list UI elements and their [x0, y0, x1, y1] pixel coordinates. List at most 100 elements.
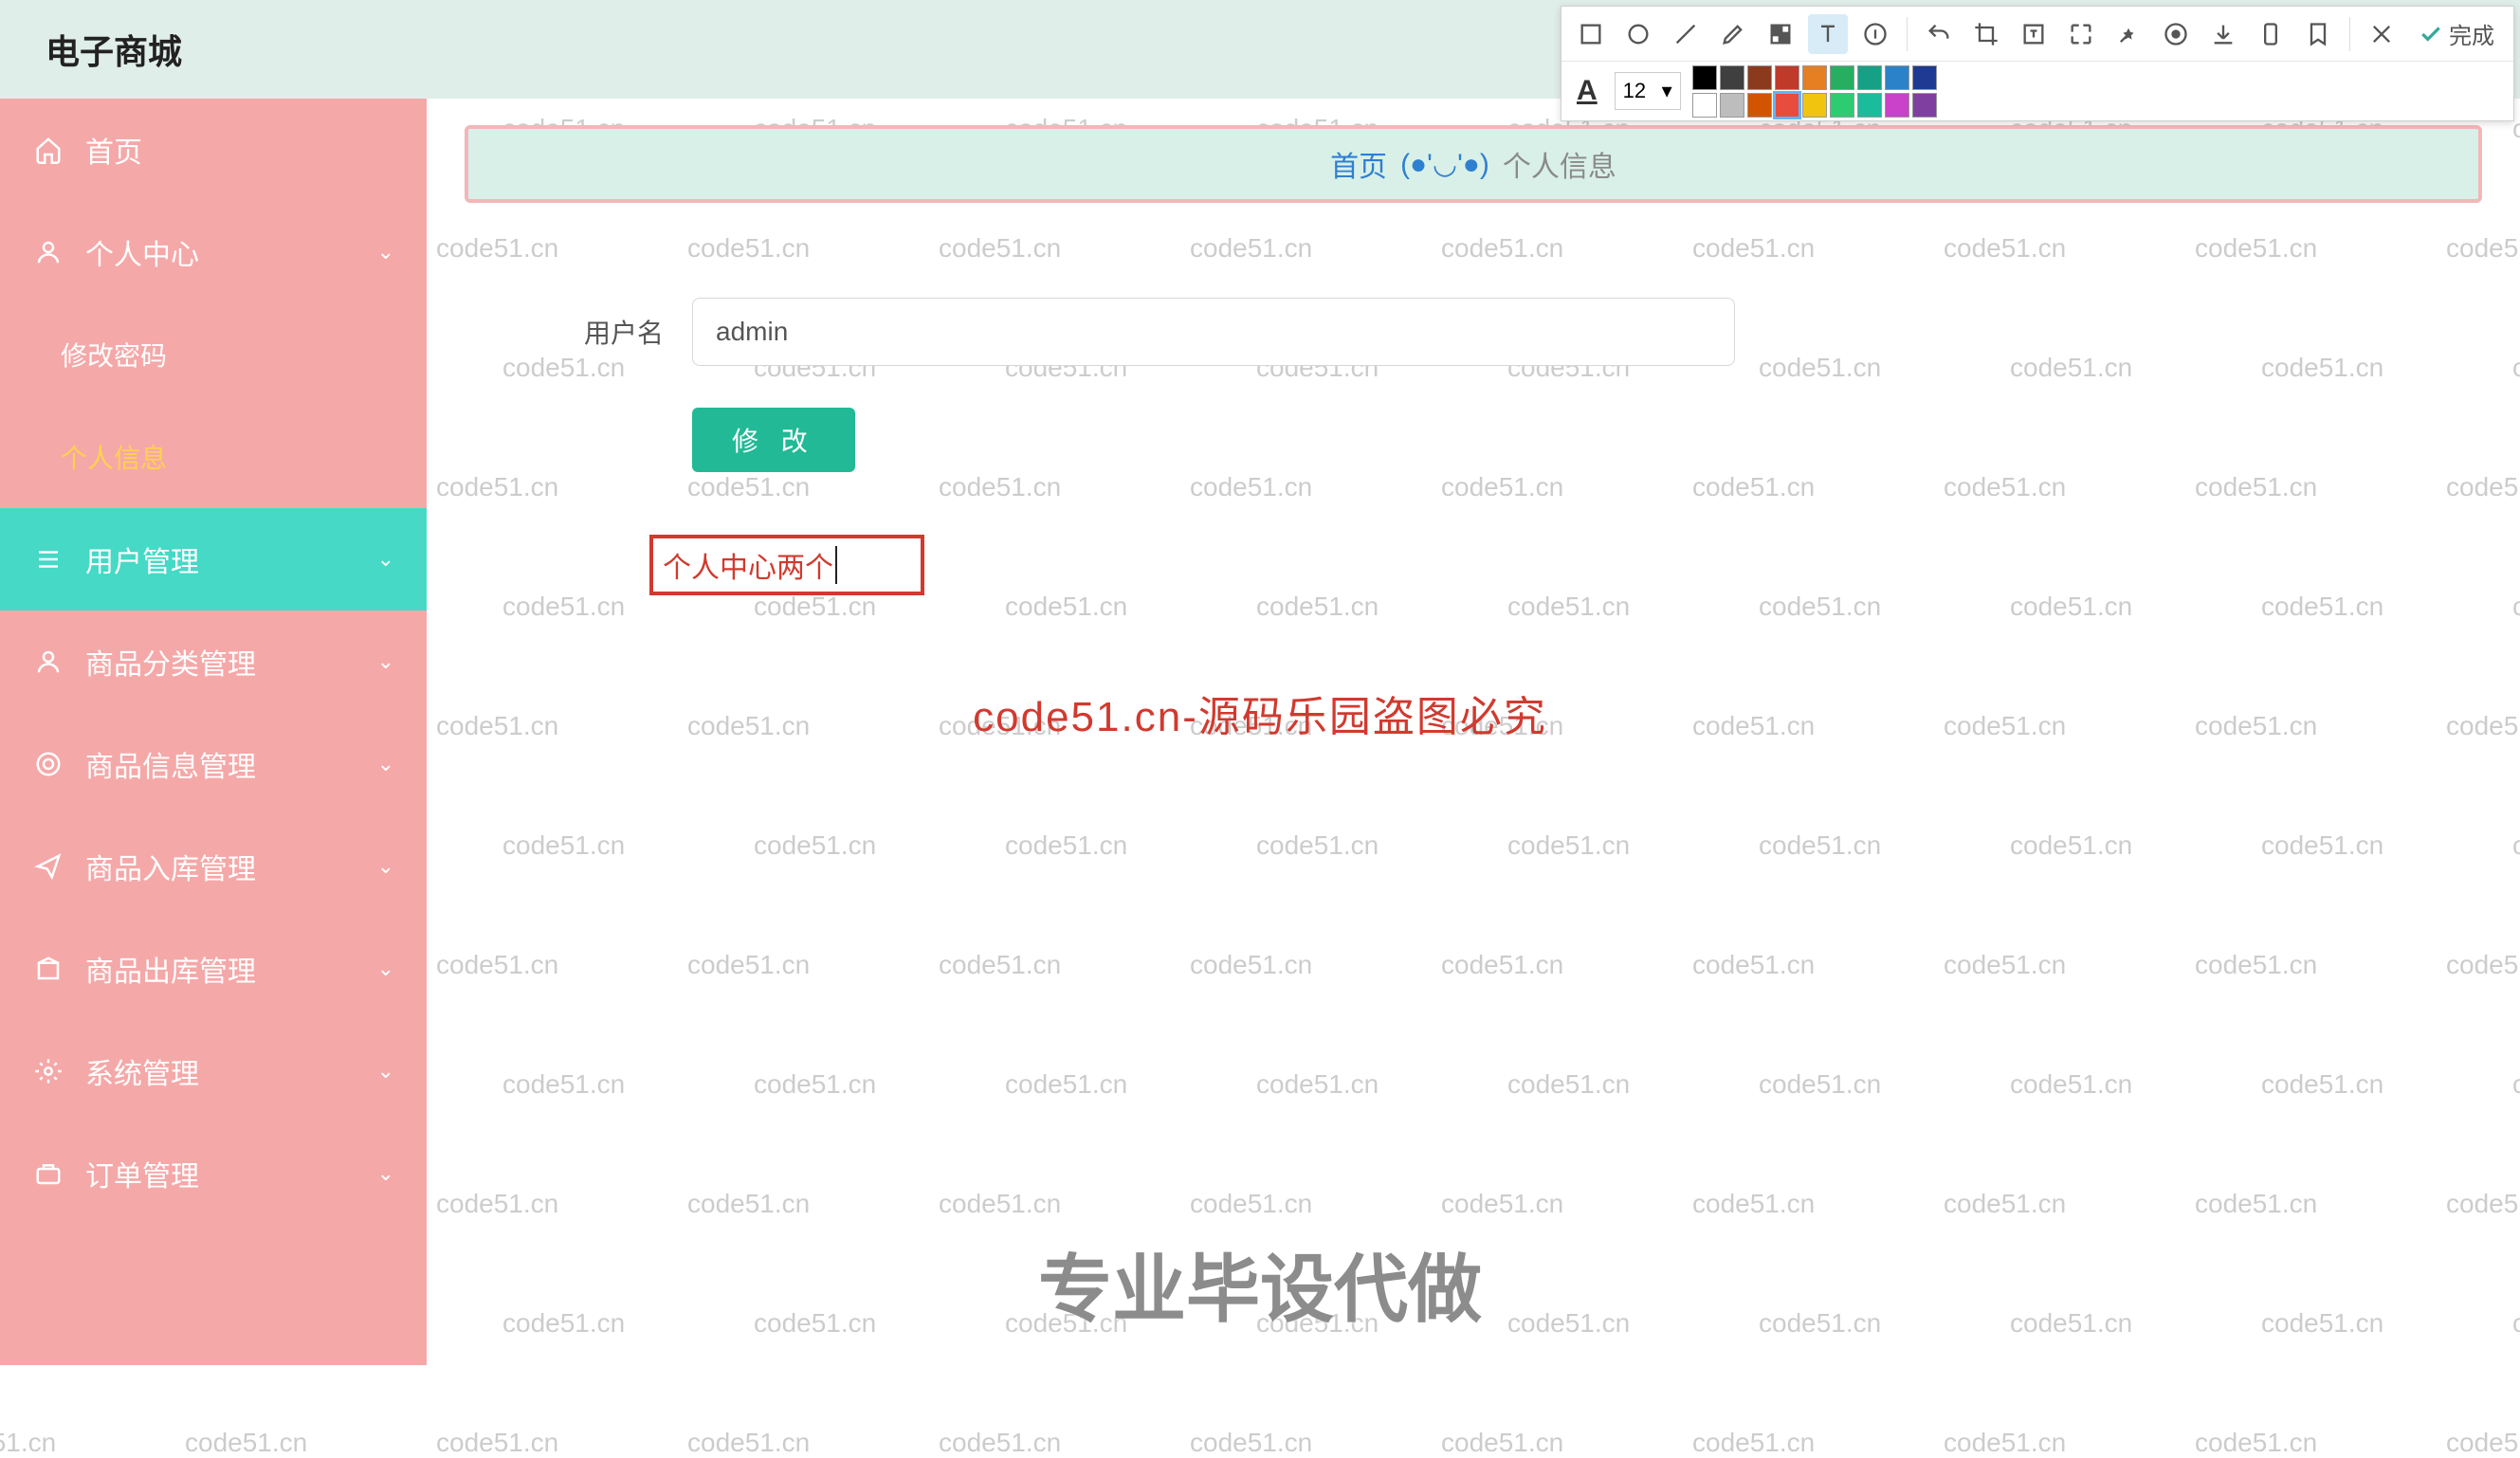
close-icon[interactable] [2362, 14, 2401, 54]
color-swatch[interactable] [1747, 93, 1772, 118]
nav-item-3[interactable]: 个人信息 [0, 406, 427, 508]
chevron-down-icon: ⌄ [377, 1161, 394, 1186]
nav-label: 系统管理 [85, 1050, 199, 1092]
line-tool-icon[interactable] [1666, 14, 1706, 54]
chevron-down-icon: ▾ [1662, 79, 1672, 103]
chevron-down-icon: ⌄ [377, 1059, 394, 1084]
record-icon[interactable] [2156, 14, 2196, 54]
nav-label: 个人中心 [85, 231, 199, 273]
username-label: 用户名 [559, 313, 664, 351]
device-icon[interactable] [2251, 14, 2291, 54]
color-swatch[interactable] [1802, 93, 1827, 118]
home-icon [32, 134, 64, 166]
sidebar: 电子商城 首页个人中心⌄修改密码个人信息用户管理⌄商品分类管理⌄商品信息管理⌄商… [0, 0, 427, 1365]
font-style-icon[interactable]: A [1571, 75, 1603, 107]
chevron-down-icon: ⌄ [377, 649, 394, 674]
color-swatch[interactable] [1857, 65, 1882, 90]
center-watermark-text: code51.cn-源码乐园盗图必究 [973, 683, 1547, 743]
nav-item-8[interactable]: 商品出库管理 ⌄ [0, 918, 427, 1020]
nav-item-10[interactable]: 订单管理 ⌄ [0, 1122, 427, 1225]
color-swatch[interactable] [1885, 65, 1909, 90]
toolbar-sep [1907, 17, 1908, 51]
chevron-down-icon: ⌄ [377, 547, 394, 572]
breadcrumb: 首页 (●'◡'●) 个人信息 [465, 125, 2482, 203]
nav-item-0[interactable]: 首页 [0, 99, 427, 201]
nav-list: 首页个人中心⌄修改密码个人信息用户管理⌄商品分类管理⌄商品信息管理⌄商品入库管理… [0, 99, 427, 1225]
editor-style-row: A 12 ▾ [1561, 62, 2513, 120]
nav-item-5[interactable]: 商品分类管理 ⌄ [0, 611, 427, 713]
color-swatch[interactable] [1857, 93, 1882, 118]
menu-icon [32, 543, 64, 575]
editor-tools-row: 完成 [1561, 7, 2513, 62]
crop-icon[interactable] [1966, 14, 2006, 54]
nav-item-9[interactable]: 系统管理 ⌄ [0, 1020, 427, 1122]
ellipse-tool-icon[interactable] [1618, 14, 1658, 54]
nav-item-4[interactable]: 用户管理 ⌄ [0, 508, 427, 611]
nav-label: 商品入库管理 [85, 846, 256, 887]
rect-tool-icon[interactable] [1571, 14, 1611, 54]
nav-label: 修改密码 [61, 336, 167, 374]
color-swatch[interactable] [1830, 65, 1854, 90]
nav-label: 订单管理 [85, 1153, 199, 1194]
color-swatch[interactable] [1912, 65, 1937, 90]
chevron-down-icon: ⌄ [377, 854, 394, 879]
form-row-username: 用户名 [559, 298, 2387, 366]
chevron-down-icon: ⌄ [377, 752, 394, 776]
color-swatch[interactable] [1720, 93, 1744, 118]
font-size-value: 12 [1623, 79, 1646, 103]
bookmark-icon[interactable] [2298, 14, 2338, 54]
nav-item-1[interactable]: 个人中心 ⌄ [0, 201, 427, 303]
username-input[interactable] [692, 298, 1735, 366]
box-icon [32, 953, 64, 985]
text-tool-icon[interactable] [1808, 14, 1848, 54]
nav-item-2[interactable]: 修改密码 [0, 303, 427, 406]
chevron-down-icon: ⌄ [377, 240, 394, 264]
ocr-icon[interactable] [2014, 14, 2054, 54]
color-palette [1692, 65, 1937, 118]
color-swatch[interactable] [1720, 65, 1744, 90]
palette-row-1 [1692, 65, 1937, 90]
nav-label: 首页 [85, 129, 142, 171]
nav-label: 个人信息 [61, 438, 167, 476]
brand-title: 电子商城 [0, 0, 427, 99]
mosaic-tool-icon[interactable] [1761, 14, 1800, 54]
breadcrumb-wrap: 首页 (●'◡'●) 个人信息 [465, 125, 2482, 203]
submit-button[interactable]: 修 改 [692, 408, 855, 472]
gear-icon [32, 1055, 64, 1087]
counter-tool-icon[interactable] [1855, 14, 1895, 54]
color-swatch[interactable] [1802, 65, 1827, 90]
breadcrumb-sep: (●'◡'●) [1400, 148, 1489, 181]
check-icon [2419, 22, 2443, 46]
color-swatch[interactable] [1692, 93, 1717, 118]
chevron-down-icon: ⌄ [377, 957, 394, 981]
undo-icon[interactable] [1919, 14, 1959, 54]
download-icon[interactable] [2203, 14, 2243, 54]
done-label: 完成 [2449, 17, 2494, 50]
user-icon [32, 646, 64, 678]
color-swatch[interactable] [1885, 93, 1909, 118]
form-card: 用户名 修 改 [465, 260, 2482, 529]
nav-item-7[interactable]: 商品入库管理 ⌄ [0, 815, 427, 918]
nav-item-6[interactable]: 商品信息管理⌄ [0, 713, 427, 815]
color-swatch[interactable] [1775, 65, 1799, 90]
submit-row: 修 改 [559, 408, 2387, 472]
font-size-select[interactable]: 12 ▾ [1615, 72, 1681, 110]
color-swatch[interactable] [1692, 65, 1717, 90]
nav-label: 用户管理 [85, 538, 199, 580]
case-icon [32, 1157, 64, 1190]
color-swatch[interactable] [1747, 65, 1772, 90]
done-button[interactable]: 完成 [2409, 17, 2504, 50]
pencil-tool-icon[interactable] [1713, 14, 1753, 54]
color-swatch[interactable] [1830, 93, 1854, 118]
breadcrumb-current: 个人信息 [1503, 143, 1616, 185]
bottom-caption: 专业毕设代做 [1038, 1230, 1482, 1337]
nav-label: 商品分类管理 [85, 641, 256, 683]
expand-icon[interactable] [2061, 14, 2101, 54]
toolbar-sep [2349, 17, 2350, 51]
nav-label: 商品出库管理 [85, 948, 256, 990]
color-swatch[interactable] [1775, 93, 1799, 118]
pin-icon[interactable] [2109, 14, 2148, 54]
editor-toolbar: 完成 A 12 ▾ [1561, 6, 2514, 121]
breadcrumb-home[interactable]: 首页 [1330, 143, 1387, 185]
color-swatch[interactable] [1912, 93, 1937, 118]
